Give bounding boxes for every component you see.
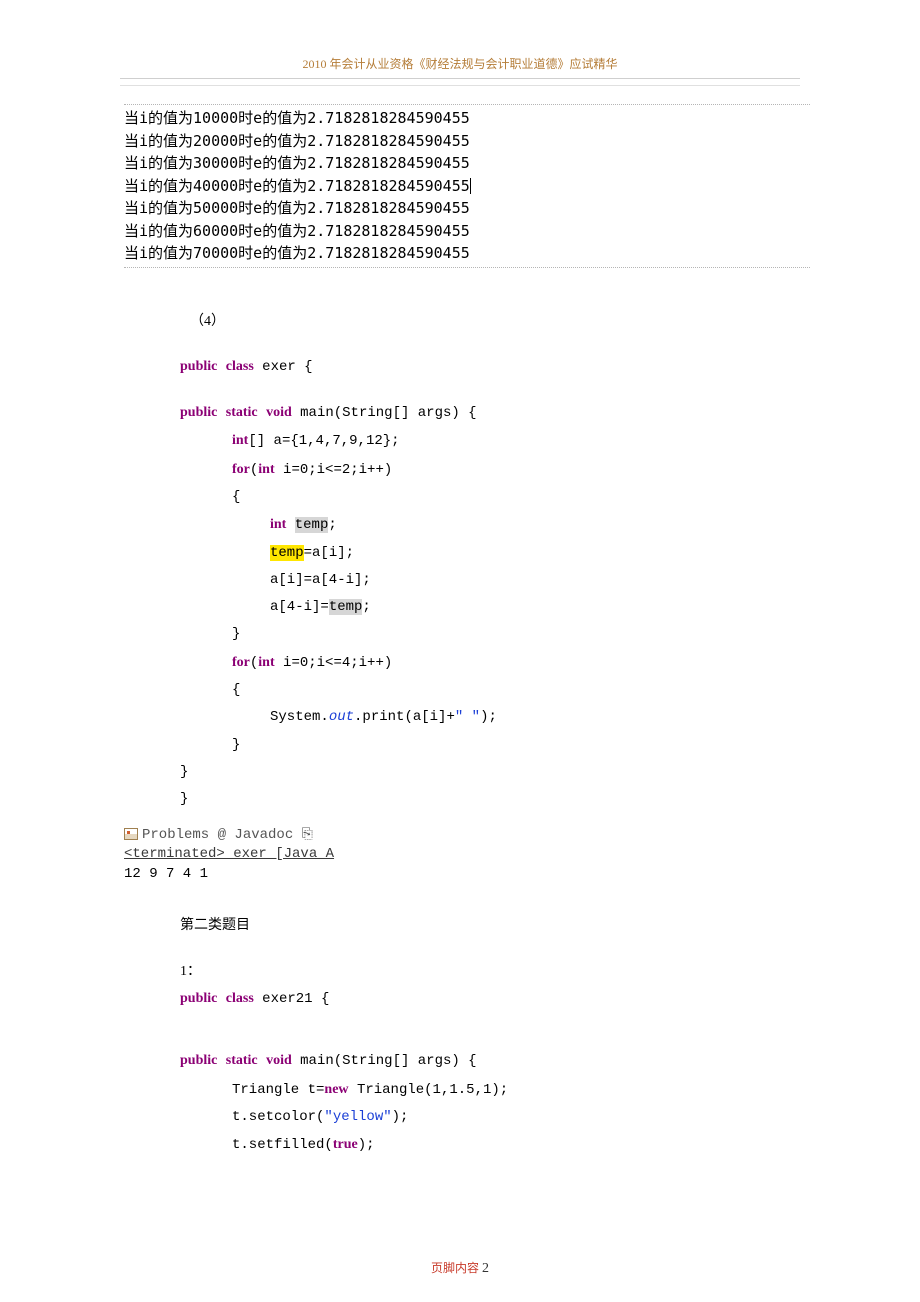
section-2: 第二类题目 1： public class exer21 { public st… [180,912,810,1159]
code-line: temp=a[i]; [180,540,810,567]
output-line: 当i的值为20000时e的值为2.7182818284590455 [124,130,810,153]
keyword-public: public [180,1053,217,1068]
keyword-static: static [226,405,258,420]
keyword-class: class [226,359,254,374]
page-header: 2010 年会计从业资格《财经法规与会计职业道德》应试精华 [120,55,800,79]
section-2-title: 第二类题目 [180,912,810,939]
brace-open: { [232,682,240,698]
program-output-box: 当i的值为10000时e的值为2.7182818284590455 当i的值为2… [124,104,810,268]
main-signature: main(String[] args) { [292,405,477,421]
keyword-public: public [180,359,217,374]
brace-open: { [232,489,240,505]
code-line: } [180,786,810,813]
code-line: Triangle t=new Triangle(1,1.5,1); [180,1076,810,1104]
tri-pre: Triangle t= [232,1082,324,1098]
code-line: { [180,484,810,511]
space [286,517,294,533]
code-line: for(int i=0;i<=2;i++) [180,456,810,484]
code-block-exer: public class exer { [180,353,810,381]
temp-assign: =a[i]; [304,545,354,561]
brace-close: } [180,791,188,807]
class-name: exer { [254,359,313,375]
brace-close: } [232,737,240,753]
tabs-label: Problems @ Javadoc [142,827,302,843]
keyword-static: static [226,1053,258,1068]
code-line: for(int i=0;i<=4;i++) [180,649,810,677]
setcolor-pre: t.setcolor( [232,1109,324,1125]
semicolon: ; [362,599,370,615]
output-line: 当i的值为30000时e的值为2.7182818284590455 [124,152,810,175]
footer-page-number: 2 [482,1261,489,1276]
string-space: " " [455,709,480,725]
sysout-pre: System. [270,709,329,725]
code-line: t.setfilled(true); [180,1131,810,1159]
output-line: 当i的值为50000时e的值为2.7182818284590455 [124,197,810,220]
code-line: System.out.print(a[i]+" "); [180,704,810,731]
sysout-post: ); [480,709,497,725]
code-line: { [180,677,810,704]
keyword-public: public [180,405,217,420]
line-a4i-lhs: a[4-i]= [270,599,329,615]
keyword-public: public [180,991,217,1006]
code-line: int[] a={1,4,7,9,12}; [180,427,810,455]
semicolon: ; [328,517,336,533]
console-tabs: Problems @ Javadoc ⎘ [124,826,810,846]
code-line: int temp; [180,511,810,539]
keyword-new: new [324,1082,348,1097]
console-panel: Problems @ Javadoc ⎘ <terminated> exer [… [124,826,810,885]
output-line: 当i的值为70000时e的值为2.7182818284590455 [124,242,810,265]
problems-icon [124,828,138,840]
class-name: exer21 { [254,991,330,1007]
setfilled-pre: t.setfilled( [232,1137,333,1153]
header-divider [120,85,800,86]
output-line: 当i的值为60000时e的值为2.7182818284590455 [124,220,810,243]
keyword-void: void [266,405,292,420]
item-number: 1： [180,958,810,985]
code-line: public static void main(String[] args) { [180,1047,810,1075]
code-line: a[i]=a[4-i]; [180,567,810,594]
code-line: } [180,621,810,648]
footer-label: 页脚内容 [431,1261,479,1275]
output-line: 当i的值为40000时e的值为2.7182818284590455 [124,175,810,198]
main-signature: main(String[] args) { [292,1053,477,1069]
code-line: public static void main(String[] args) { [180,399,810,427]
console-output: 12 9 7 4 1 [124,865,810,885]
section-4-label: （4） [190,308,810,335]
brace-close: } [180,764,188,780]
code-line: } [180,732,810,759]
setcolor-post: ); [392,1109,409,1125]
tri-post: Triangle(1,1.5,1); [349,1082,509,1098]
keyword-for: for [232,462,250,477]
code-line: a[4-i]=temp; [180,594,810,621]
output-line: 当i的值为10000时e的值为2.7182818284590455 [124,107,810,130]
keyword-int: int [258,655,274,670]
brace-close: } [232,626,240,642]
var-temp-hl: temp [270,545,304,561]
terminated-label: <terminated> exer [Java A [124,845,810,865]
section-4: （4） public class exer { public static vo… [180,308,810,814]
var-temp: temp [329,599,363,615]
code-line: t.setcolor("yellow"); [180,1104,810,1131]
code-line: } [180,759,810,786]
var-temp: temp [295,517,329,533]
array-decl: [] a={1,4,7,9,12}; [248,433,399,449]
sysout-out: out [329,709,354,725]
keyword-int: int [258,462,274,477]
keyword-class: class [226,991,254,1006]
page-footer: 页脚内容2 [0,1259,920,1277]
setfilled-post: ); [358,1137,375,1153]
line-ai: a[i]=a[4-i]; [270,572,371,588]
for-head: i=0;i<=2;i++) [275,462,393,478]
keyword-int: int [232,433,248,448]
for-head: i=0;i<=4;i++) [275,655,393,671]
document-page: 2010 年会计从业资格《财经法规与会计职业道德》应试精华 当i的值为10000… [0,0,920,1302]
keyword-void: void [266,1053,292,1068]
keyword-for: for [232,655,250,670]
keyword-int: int [270,517,286,532]
code-block-exer21: public class exer21 { [180,985,810,1013]
sysout-mid: .print(a[i]+ [354,709,455,725]
string-yellow: "yellow" [324,1109,391,1125]
keyword-true: true [333,1137,358,1152]
